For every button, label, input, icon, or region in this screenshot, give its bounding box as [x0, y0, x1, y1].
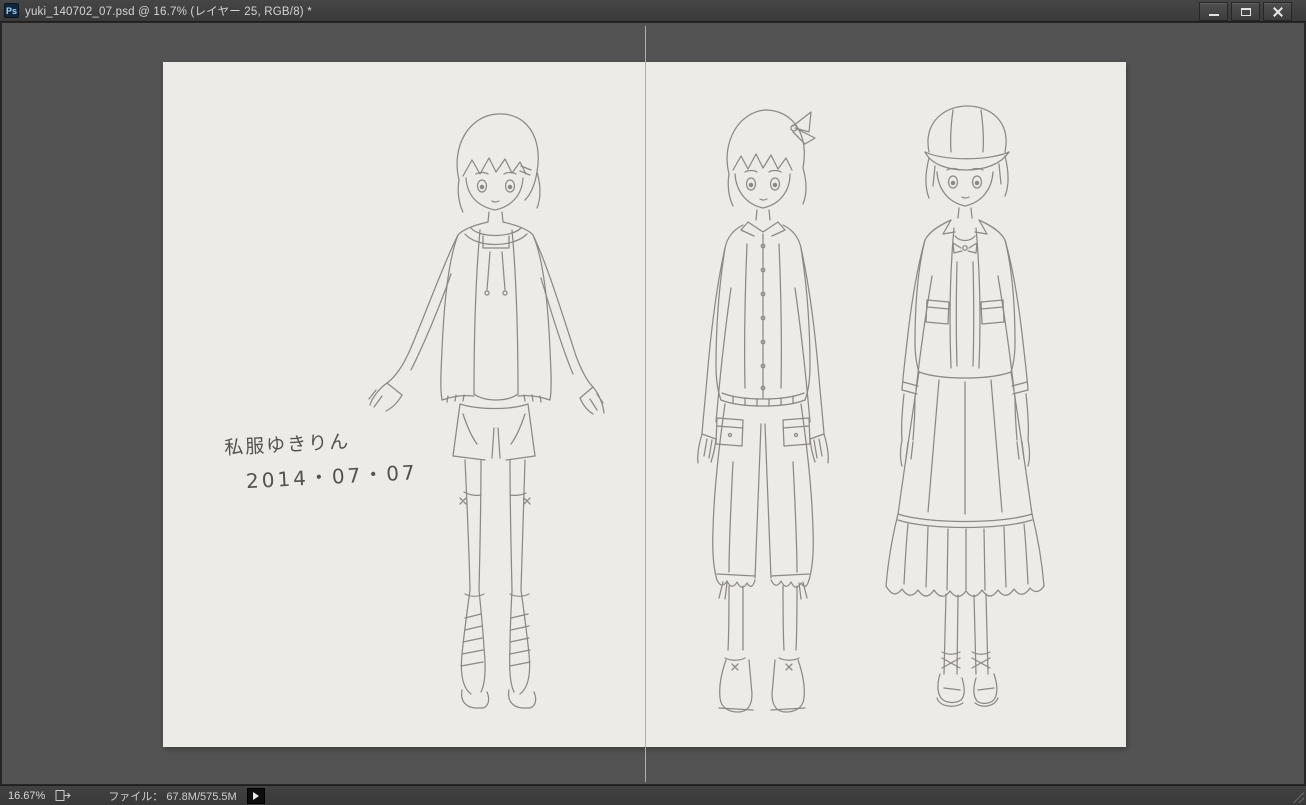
figure-capri-girl	[697, 109, 829, 713]
statusbar: 16.67% ファイル： 67.8M/575.5M	[0, 785, 1306, 805]
close-button[interactable]	[1263, 1, 1292, 21]
figure-hoodie-girl	[368, 113, 605, 709]
figure-skirt-girl	[885, 105, 1045, 707]
minimize-icon	[1209, 13, 1219, 16]
minimize-button[interactable]	[1199, 1, 1228, 21]
maximize-icon	[1241, 7, 1251, 16]
window-resize-grip[interactable]	[1291, 790, 1304, 803]
status-options-arrow-icon	[252, 791, 259, 800]
status-options-button[interactable]	[246, 787, 265, 804]
window-controls	[1199, 1, 1292, 21]
maximize-button[interactable]	[1231, 1, 1260, 21]
window-title: yuki_140702_07.psd @ 16.7% (レイヤー 25, RGB…	[25, 5, 312, 18]
close-icon	[1272, 11, 1284, 12]
file-size-status: ファイル： 67.8M/575.5M	[108, 790, 237, 803]
zoom-level-field[interactable]: 16.67%	[0, 790, 53, 802]
photoshop-app-icon: Ps	[4, 3, 19, 18]
titlebar[interactable]: Ps yuki_140702_07.psd @ 16.7% (レイヤー 25, …	[0, 0, 1306, 22]
pasteboard[interactable]: 私服ゆきりん 2014・07・07	[2, 23, 1304, 784]
vertical-guide[interactable]	[645, 26, 646, 782]
photoshop-window: { "titlebar": { "app_icon": "Ps", "title…	[0, 0, 1306, 805]
document-status-icon	[55, 789, 72, 802]
